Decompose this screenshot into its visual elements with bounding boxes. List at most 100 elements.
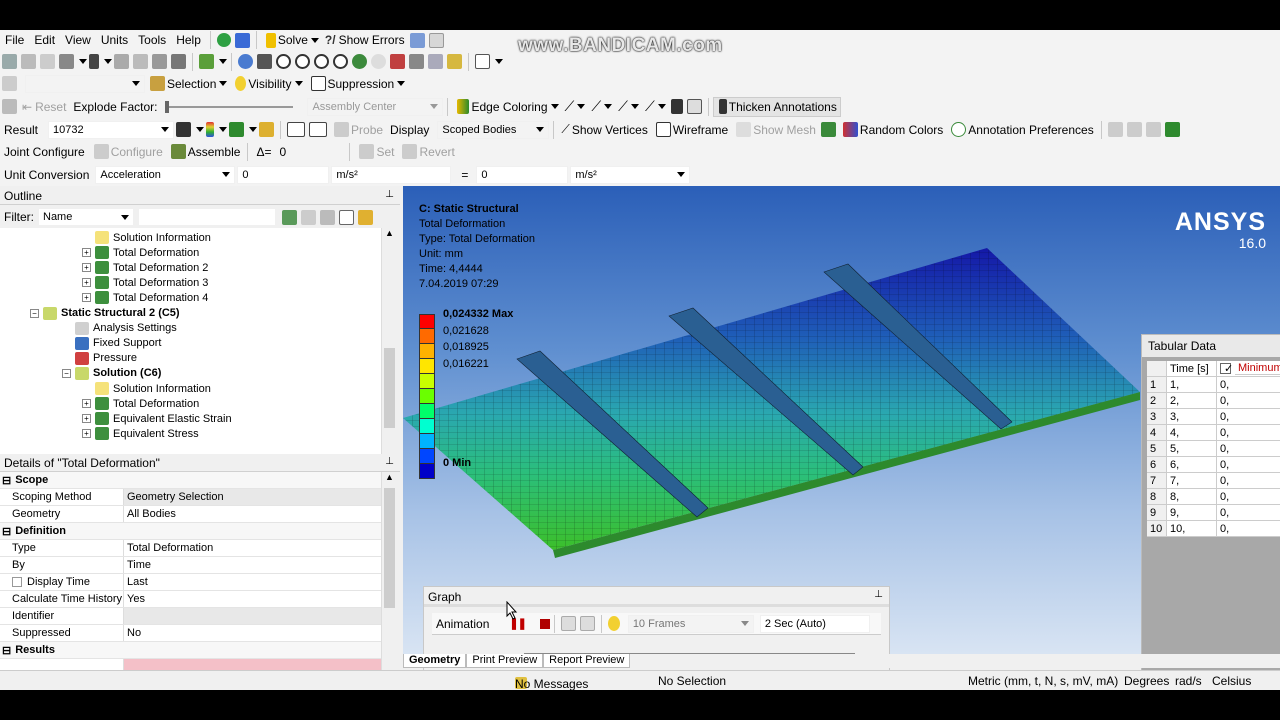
geometry-value[interactable]: All Bodies: [124, 506, 381, 522]
unit-system-status[interactable]: Metric (mm, t, N, s, mV, mA): [968, 674, 1118, 688]
pin-icon[interactable]: ⊥: [874, 589, 883, 600]
camera-icon[interactable]: [409, 54, 424, 69]
table-row[interactable]: 1 1, 0,: [1147, 377, 1280, 393]
zoom-fit-icon[interactable]: [314, 54, 329, 69]
magnifier-icon[interactable]: [352, 54, 367, 69]
face-icon[interactable]: [152, 54, 167, 69]
min-icon[interactable]: [309, 122, 328, 137]
named-selection-icon[interactable]: [2, 76, 17, 91]
unit2-combo[interactable]: m/s²: [570, 165, 691, 184]
color-legend[interactable]: 0,024332 Max 0,021628 0,018925 0,016221 0 Mi…: [419, 308, 513, 479]
unit1-combo[interactable]: m/s²: [331, 165, 452, 184]
edge-display-2[interactable]: ⟋: [588, 97, 615, 117]
show-vertices-button[interactable]: ⟋ Show Vertices: [558, 120, 650, 140]
copy-icon[interactable]: [40, 54, 55, 69]
display-combo[interactable]: Scoped Bodies: [437, 120, 550, 139]
edges-display-icon[interactable]: [229, 122, 245, 137]
max-icon[interactable]: [287, 122, 306, 137]
tree-item[interactable]: + Equivalent Elastic Strain: [82, 411, 232, 426]
details-row[interactable]: Scoping Method Geometry Selection: [0, 489, 381, 506]
assembly-center-combo[interactable]: Assembly Center: [307, 97, 444, 116]
edge-icon[interactable]: [133, 54, 148, 69]
dropdown-arrow-icon[interactable]: [249, 127, 258, 132]
vector-icon[interactable]: [259, 122, 275, 137]
dropdown-arrow-icon[interactable]: [219, 59, 227, 64]
menu-tools[interactable]: Tools: [133, 33, 171, 47]
tag-icon[interactable]: [447, 54, 462, 69]
next-frame-icon[interactable]: [579, 616, 595, 631]
collapse-icon[interactable]: [301, 209, 316, 225]
scroll-thumb[interactable]: [384, 488, 395, 608]
details-row[interactable]: Type Total Deformation: [0, 540, 381, 557]
expand-toggle-icon[interactable]: −: [30, 308, 39, 318]
value2-input[interactable]: 0: [476, 165, 569, 184]
expand-toggle-icon[interactable]: +: [82, 248, 91, 258]
type-value[interactable]: Total Deformation: [124, 540, 381, 556]
cursor-icon[interactable]: [89, 54, 99, 69]
tree-item[interactable]: +Solution Information: [82, 381, 211, 396]
thicken-edge-icon[interactable]: [670, 99, 683, 114]
expand-toggle-icon[interactable]: +: [82, 414, 91, 424]
table-row[interactable]: 10 10, 0,: [1147, 521, 1280, 537]
vertex-icon[interactable]: [114, 54, 129, 69]
tree-item[interactable]: + Equivalent Stress: [82, 426, 199, 441]
tree-item[interactable]: + Total Deformation 4: [82, 290, 208, 305]
viewport-icon[interactable]: [428, 54, 443, 69]
details-row[interactable]: Identifier: [0, 608, 381, 625]
table-row[interactable]: 6 6, 0,: [1147, 457, 1280, 473]
expand-toggle-icon[interactable]: +: [82, 278, 91, 288]
tree-item[interactable]: + Total Deformation: [82, 245, 199, 260]
details-row[interactable]: Display Time Last: [0, 574, 381, 591]
report-icon[interactable]: [428, 32, 444, 48]
select-mode-icon[interactable]: [59, 54, 74, 69]
tree-item[interactable]: +Analysis Settings: [62, 321, 177, 336]
suppression-button[interactable]: Suppression: [306, 74, 409, 94]
tree-item[interactable]: − Static Structural 2 (C5): [30, 306, 180, 321]
expand-toggle-icon[interactable]: +: [82, 293, 91, 303]
menu-file[interactable]: File: [0, 33, 29, 47]
expand-toggle-icon[interactable]: +: [82, 263, 91, 273]
probe-button[interactable]: Probe: [329, 120, 386, 140]
details-row[interactable]: Suppressed No: [0, 625, 381, 642]
duration-combo[interactable]: 2 Sec (Auto): [759, 614, 870, 633]
random-colors-button[interactable]: Random Colors: [838, 120, 946, 140]
visibility-button[interactable]: Visibility: [230, 74, 305, 94]
edge-display-1[interactable]: ⟋: [562, 97, 589, 117]
tab-report-preview[interactable]: Report Preview: [543, 654, 631, 668]
table-row[interactable]: 4 4, 0,: [1147, 425, 1280, 441]
pin-icon[interactable]: ⊥: [385, 456, 394, 467]
scroll-up-arrow[interactable]: ▲: [382, 228, 397, 238]
zoom-icon[interactable]: [276, 54, 291, 69]
rotate-icon[interactable]: [21, 54, 36, 69]
dropdown-arrow-icon[interactable]: [104, 59, 112, 64]
thicken-annotations-button[interactable]: Thicken Annotations: [712, 96, 841, 117]
by-value[interactable]: Time: [124, 557, 381, 573]
assemble-button[interactable]: Assemble: [166, 142, 244, 162]
scroll-thumb[interactable]: [384, 348, 395, 428]
col-time-header[interactable]: Time [s]: [1167, 361, 1217, 377]
ruler-icon[interactable]: [1107, 122, 1123, 137]
table-row[interactable]: 2 2, 0,: [1147, 393, 1280, 409]
table-row[interactable]: 7 7, 0,: [1147, 473, 1280, 489]
wireframe-button[interactable]: Wireframe: [651, 120, 731, 140]
menu-units[interactable]: Units: [96, 33, 133, 47]
display-time-checkbox[interactable]: [12, 577, 22, 587]
body-icon[interactable]: [171, 54, 186, 69]
table-row[interactable]: 5 5, 0,: [1147, 441, 1280, 457]
geometry-display-icon[interactable]: [176, 122, 192, 137]
identifier-value[interactable]: [124, 608, 381, 624]
menu-view[interactable]: View: [60, 33, 96, 47]
filter-search-input[interactable]: [138, 208, 276, 226]
previous-frame-icon[interactable]: [560, 616, 576, 631]
display-time-value[interactable]: Last: [124, 574, 381, 590]
edge-display-4[interactable]: ⟋: [642, 97, 669, 117]
plus-icon[interactable]: [339, 209, 354, 225]
selection-button[interactable]: Selection: [145, 74, 230, 94]
reset-button[interactable]: ⇤ Reset: [19, 97, 69, 117]
details-section-definition[interactable]: ⊟ Definition: [0, 523, 381, 540]
cube-icon[interactable]: [1164, 122, 1180, 137]
refresh-icon[interactable]: [282, 209, 297, 225]
outline-scrollbar[interactable]: ▲ ▼: [381, 228, 397, 478]
lightbulb-icon[interactable]: [607, 616, 620, 631]
tree-item[interactable]: +Solution Information: [82, 230, 211, 245]
